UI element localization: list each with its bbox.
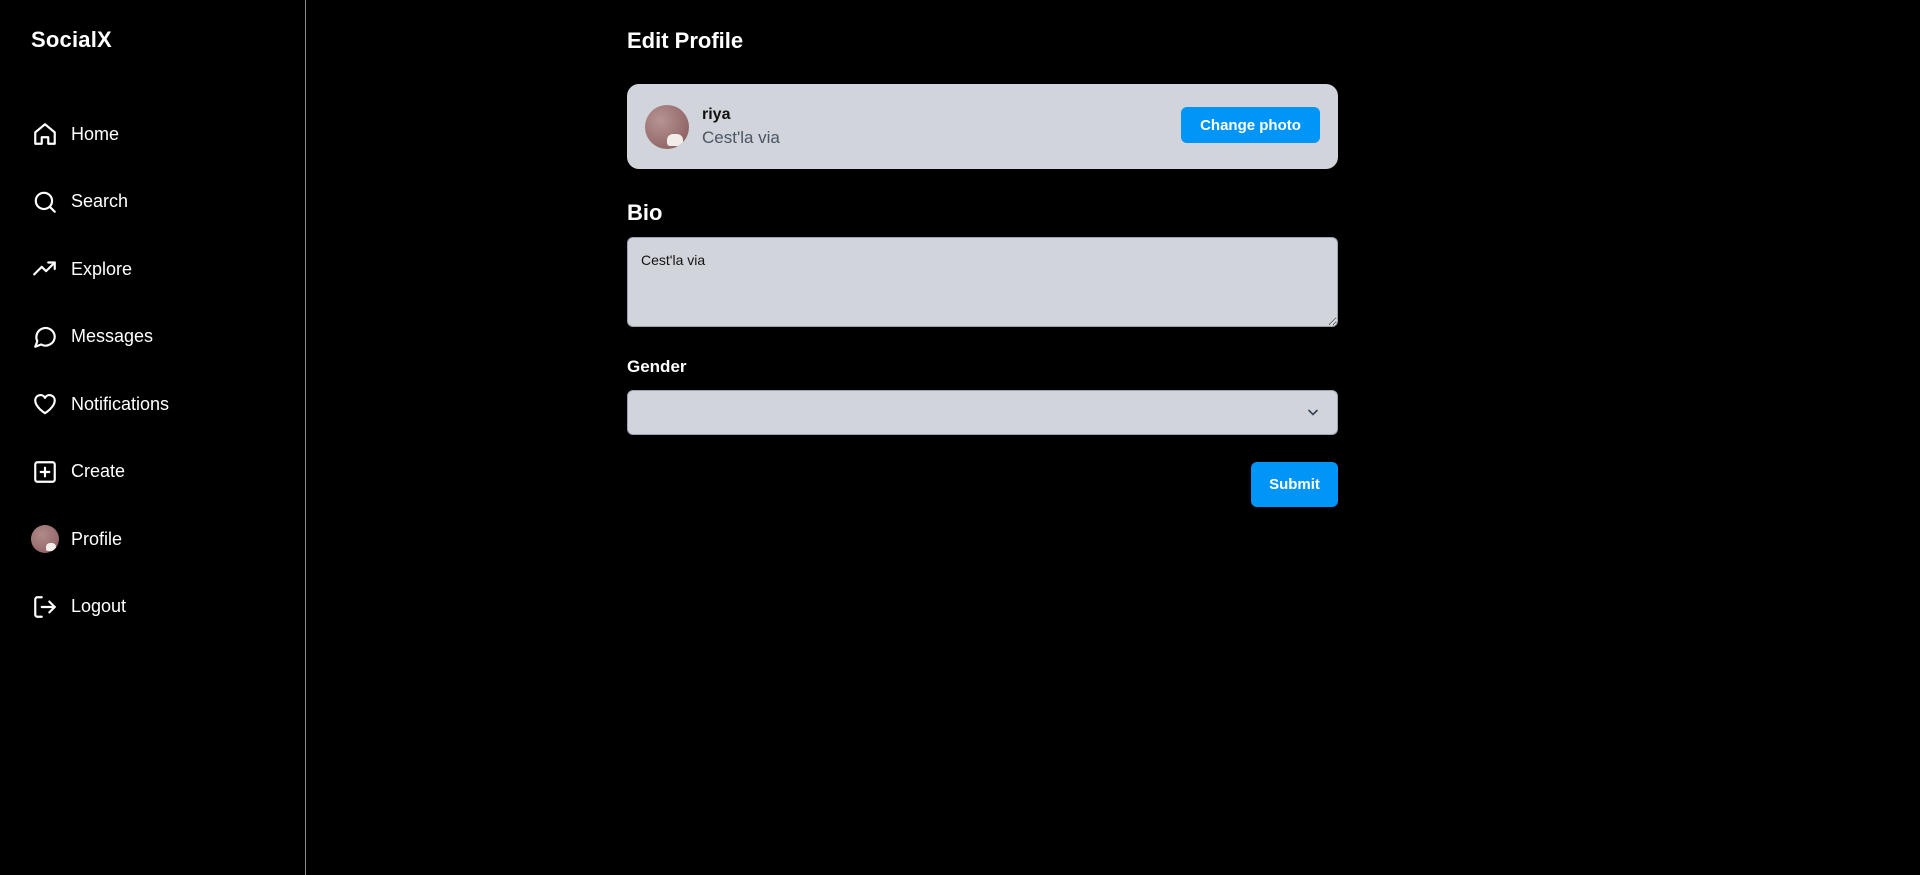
brand-logo[interactable]: SocialX [31,27,112,53]
sidebar-item-label: Profile [71,528,123,549]
search-icon [31,188,59,216]
sidebar-nav: Home Search Explore Messages Notificatio… [31,116,169,656]
logout-icon [31,593,59,621]
profile-avatar-image [31,525,59,553]
avatar [31,525,59,553]
sidebar-item-search[interactable]: Search [31,184,169,220]
sidebar-item-label: Logout [71,596,127,616]
heart-icon [31,390,59,418]
page-title: Edit Profile [627,28,744,53]
plus-square-icon [31,458,59,486]
sidebar-item-label: Create [71,461,126,481]
sidebar-item-label: Messages [71,326,154,346]
profile-card-text: riya Cest'la via [702,105,780,149]
sidebar-item-label: Explore [71,258,133,279]
sidebar-item-messages[interactable]: Messages [31,319,169,355]
sidebar-item-label: Notifications [71,393,170,414]
gender-heading: Gender [627,357,687,376]
username: riya [702,105,731,123]
sidebar-item-home[interactable]: Home [31,116,169,152]
trending-up-icon [31,255,59,283]
sidebar-item-notifications[interactable]: Notifications [31,386,169,422]
sidebar-item-label: Home [71,123,120,144]
submit-button[interactable]: Submit [1251,462,1338,507]
gender-select[interactable] [627,390,1338,435]
sidebar-item-create[interactable]: Create [31,454,169,490]
sidebar-item-label: Search [71,191,129,211]
change-photo-button[interactable]: Change photo [1181,107,1320,143]
profile-card: riya Cest'la via Change photo [627,84,1338,169]
avatar [645,104,689,149]
home-icon [31,120,59,148]
sidebar-item-logout[interactable]: Logout [31,589,169,625]
sidebar-item-explore[interactable]: Explore [31,251,169,287]
sidebar-item-profile[interactable]: Profile [31,521,169,557]
bio-heading: Bio [627,200,663,225]
bio-textarea[interactable]: Cest'la via [627,237,1338,327]
profile-bio-preview: Cest'la via [702,127,780,147]
message-circle-icon [31,323,59,351]
sidebar: SocialX Home Search Explore Messages Not… [0,0,306,875]
chevron-down-icon [1305,404,1321,420]
